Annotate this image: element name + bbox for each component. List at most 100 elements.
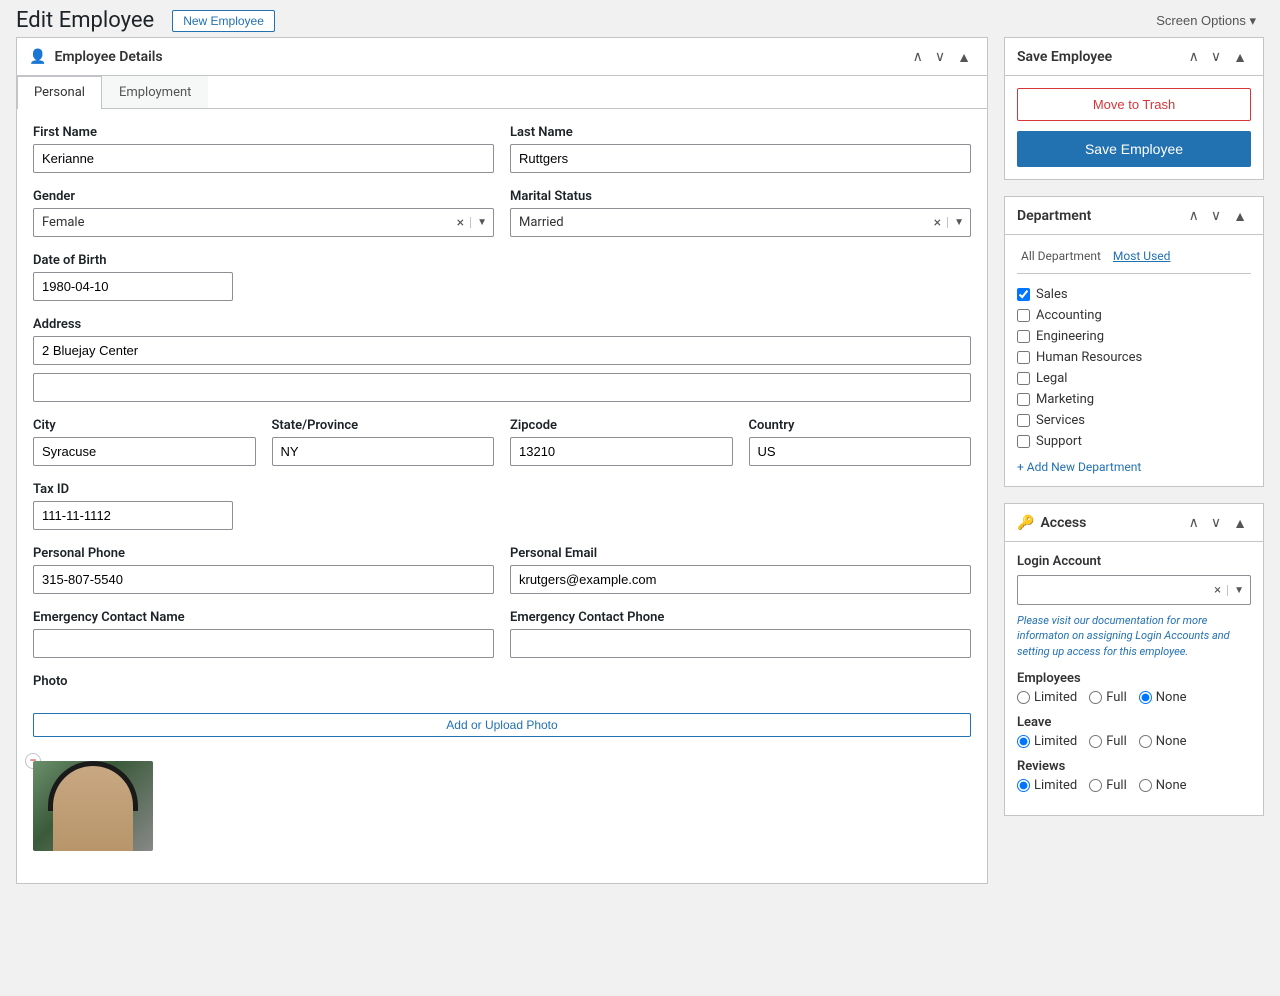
department-name[interactable]: Marketing: [1036, 392, 1094, 407]
country-input[interactable]: [749, 437, 972, 466]
radio-item[interactable]: Limited: [1017, 734, 1077, 749]
photo-image: [33, 761, 153, 851]
top-bar: Edit Employee New Employee Screen Option…: [0, 0, 1280, 37]
radio-input[interactable]: [1017, 735, 1030, 748]
emergency-phone-label: Emergency Contact Phone: [510, 610, 971, 625]
city-group: City: [33, 418, 256, 466]
collapse-up-button[interactable]: ∧: [909, 46, 927, 67]
address-group: Address: [33, 317, 971, 402]
department-list: Sales Accounting Engineering Human Resource…: [1017, 284, 1251, 452]
emergency-phone-input[interactable]: [510, 629, 971, 658]
photo-upload-button[interactable]: Add or Upload Photo: [33, 713, 971, 737]
radio-input[interactable]: [1089, 735, 1102, 748]
state-input[interactable]: [272, 437, 495, 466]
minimize-button[interactable]: ▲: [953, 46, 975, 67]
dept-collapse-up-button[interactable]: ∧: [1185, 205, 1203, 226]
dept-minimize-button[interactable]: ▲: [1229, 205, 1251, 226]
department-name[interactable]: Sales: [1036, 287, 1068, 302]
access-collapse-up-button[interactable]: ∧: [1185, 512, 1203, 533]
gender-arrow-icon[interactable]: ▼: [470, 217, 493, 228]
gender-value: Female: [34, 209, 451, 236]
radio-input[interactable]: [1089, 691, 1102, 704]
zip-input[interactable]: [510, 437, 733, 466]
department-checkbox[interactable]: [1017, 414, 1030, 427]
save-card-controls: ∧ ∨ ▲: [1185, 46, 1251, 67]
address-line1-input[interactable]: [33, 336, 971, 365]
key-icon: 🔑: [1017, 515, 1034, 531]
access-group-label: Reviews: [1017, 759, 1251, 774]
collapse-down-button[interactable]: ∨: [931, 46, 949, 67]
login-clear-icon[interactable]: ×: [1208, 583, 1227, 598]
department-name[interactable]: Human Resources: [1036, 350, 1142, 365]
save-employee-button[interactable]: Save Employee: [1017, 131, 1251, 167]
marital-clear-icon[interactable]: ×: [928, 215, 947, 231]
radio-input[interactable]: [1017, 779, 1030, 792]
login-arrow-icon[interactable]: ▼: [1227, 585, 1250, 596]
dept-tab-most-used[interactable]: Most Used: [1109, 247, 1175, 265]
radio-item[interactable]: None: [1139, 690, 1187, 705]
marital-arrow-icon[interactable]: ▼: [947, 217, 970, 228]
department-name[interactable]: Support: [1036, 434, 1082, 449]
email-input[interactable]: [510, 565, 971, 594]
dept-tab-all[interactable]: All Department: [1017, 247, 1105, 265]
screen-options-button[interactable]: Screen Options ▾: [1148, 9, 1264, 33]
employee-details-card: 👤 Employee Details ∧ ∨ ▲ Personal Employ…: [16, 37, 988, 884]
documentation-link[interactable]: Please visit our documentation for more …: [1017, 613, 1251, 659]
department-name[interactable]: Accounting: [1036, 308, 1102, 323]
marital-select[interactable]: Married × ▼: [510, 208, 971, 237]
emergency-name-input[interactable]: [33, 629, 494, 658]
radio-item[interactable]: Full: [1089, 778, 1127, 793]
department-checkbox[interactable]: [1017, 351, 1030, 364]
gender-select[interactable]: Female × ▼: [33, 208, 494, 237]
radio-input[interactable]: [1139, 735, 1152, 748]
department-name[interactable]: Engineering: [1036, 329, 1104, 344]
new-employee-button[interactable]: New Employee: [172, 10, 275, 32]
address-line2-input[interactable]: [33, 373, 971, 402]
department-name[interactable]: Legal: [1036, 371, 1067, 386]
department-card-title: Department: [1017, 208, 1091, 224]
department-name[interactable]: Services: [1036, 413, 1085, 428]
tax-id-input[interactable]: [33, 501, 233, 530]
department-checkbox[interactable]: [1017, 435, 1030, 448]
radio-input[interactable]: [1139, 691, 1152, 704]
phone-input[interactable]: [33, 565, 494, 594]
card-header-controls: ∧ ∨ ▲: [909, 46, 975, 67]
dept-collapse-down-button[interactable]: ∨: [1207, 205, 1225, 226]
radio-item[interactable]: Full: [1089, 734, 1127, 749]
save-minimize-button[interactable]: ▲: [1229, 46, 1251, 67]
department-checkbox[interactable]: [1017, 330, 1030, 343]
country-label: Country: [749, 418, 972, 433]
tab-employment[interactable]: Employment: [102, 76, 208, 108]
radio-input[interactable]: [1139, 779, 1152, 792]
access-card-body: Login Account × ▼ Please visit our docum…: [1005, 542, 1263, 815]
radio-input[interactable]: [1089, 779, 1102, 792]
dob-input[interactable]: [33, 272, 233, 301]
email-label: Personal Email: [510, 546, 971, 561]
department-checkbox[interactable]: [1017, 309, 1030, 322]
first-name-input[interactable]: [33, 144, 494, 173]
tax-id-label: Tax ID: [33, 482, 233, 497]
login-account-select[interactable]: × ▼: [1017, 575, 1251, 605]
radio-item[interactable]: Full: [1089, 690, 1127, 705]
tab-personal[interactable]: Personal: [17, 76, 102, 109]
city-input[interactable]: [33, 437, 256, 466]
name-row: First Name Last Name: [33, 125, 971, 173]
access-minimize-button[interactable]: ▲: [1229, 512, 1251, 533]
radio-item[interactable]: None: [1139, 778, 1187, 793]
save-collapse-down-button[interactable]: ∨: [1207, 46, 1225, 67]
add-department-link[interactable]: + Add New Department: [1017, 460, 1251, 474]
gender-clear-icon[interactable]: ×: [451, 215, 470, 231]
department-checkbox[interactable]: [1017, 288, 1030, 301]
save-collapse-up-button[interactable]: ∧: [1185, 46, 1203, 67]
access-collapse-down-button[interactable]: ∨: [1207, 512, 1225, 533]
department-checkbox[interactable]: [1017, 372, 1030, 385]
radio-input[interactable]: [1017, 691, 1030, 704]
radio-item[interactable]: None: [1139, 734, 1187, 749]
move-to-trash-button[interactable]: Move to Trash: [1017, 88, 1251, 121]
radio-item[interactable]: Limited: [1017, 690, 1077, 705]
last-name-input[interactable]: [510, 144, 971, 173]
radio-item[interactable]: Limited: [1017, 778, 1077, 793]
radio-group: Limited Full None: [1017, 690, 1251, 705]
department-card-body: All Department Most Used Sales Accounting…: [1005, 235, 1263, 486]
department-checkbox[interactable]: [1017, 393, 1030, 406]
